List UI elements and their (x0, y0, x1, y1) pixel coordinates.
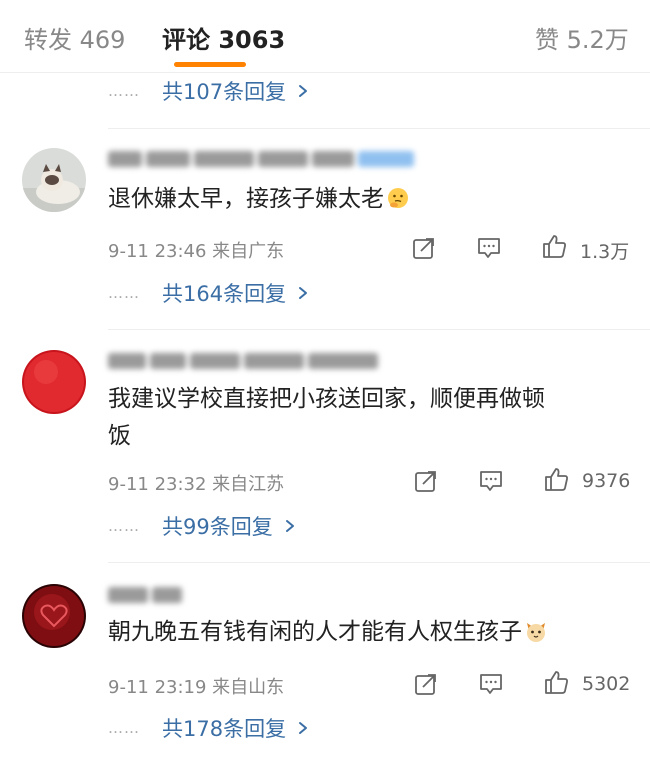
comment-meta: 9-11 23:32 来自江苏 (108, 474, 285, 495)
comment-tabs: 转发 469 评论 3063 赞 5.2万 (0, 0, 650, 72)
reply-dots: …… (108, 82, 140, 100)
divider (108, 329, 650, 330)
reply-count-label: 共164条回复 (162, 282, 287, 306)
chevron-right-icon (285, 520, 294, 532)
reply-dots: …… (108, 719, 140, 737)
chevron-right-icon (299, 287, 308, 299)
reply-count-label: 共178条回复 (162, 717, 287, 741)
tab-comment[interactable]: 评论 3063 (162, 20, 285, 55)
comment-text: 我建议学校直接把小孩送回家，顺便再做顿 饭 (108, 386, 545, 449)
comment-icon[interactable] (478, 671, 504, 697)
avatar[interactable] (22, 148, 86, 212)
heart-in-sand-icon (22, 584, 86, 648)
divider (108, 128, 650, 129)
repost-icon[interactable] (411, 235, 437, 261)
repost-icon[interactable] (413, 468, 439, 494)
like-count: 9376 (582, 470, 631, 492)
comment-text: 退休嫌太早，接孩子嫌太老 (108, 181, 628, 218)
comment-meta: 9-11 23:46 来自广东 (108, 241, 285, 262)
divider (0, 72, 650, 73)
chevron-right-icon (299, 85, 308, 97)
like-count: 1.3万 (580, 241, 630, 263)
chevron-right-icon (299, 722, 308, 734)
view-replies-link[interactable]: …… 共164条回复 (108, 276, 310, 310)
thinking-emoji-icon (388, 188, 408, 208)
red-ball-icon (22, 350, 86, 414)
username-blurred[interactable] (108, 582, 182, 608)
tab-repost[interactable]: 转发 469 (24, 20, 125, 55)
reply-count-label: 共99条回复 (162, 515, 273, 539)
view-replies-link[interactable]: …… 共178条回复 (108, 711, 310, 745)
thumbs-up-icon[interactable] (541, 233, 567, 259)
reply-dots: …… (108, 517, 140, 535)
username-blurred[interactable] (108, 348, 378, 374)
reply-dots: …… (108, 284, 140, 302)
cat-photo-icon (22, 148, 86, 212)
active-tab-indicator (174, 62, 246, 67)
thumbs-up-icon[interactable] (543, 669, 569, 695)
like-count: 5302 (582, 673, 631, 695)
tab-like[interactable]: 赞 5.2万 (535, 20, 629, 55)
repost-icon[interactable] (413, 671, 439, 697)
thumbs-up-icon[interactable] (543, 466, 569, 492)
comment-icon[interactable] (476, 235, 502, 261)
comment-text: 朝九晚五有钱有闲的人才能有人权生孩子 (108, 614, 628, 651)
comment-meta: 9-11 23:19 来自山东 (108, 677, 285, 698)
view-replies-link[interactable]: …… 共107条回复 (108, 74, 310, 108)
avatar[interactable] (22, 584, 86, 648)
view-replies-link[interactable]: …… 共99条回复 (108, 509, 297, 543)
cat-face-emoji-icon (527, 623, 545, 642)
reply-count-label: 共107条回复 (162, 80, 287, 104)
avatar[interactable] (22, 350, 86, 414)
comment-icon[interactable] (478, 468, 504, 494)
divider (108, 562, 650, 563)
username-blurred[interactable] (108, 146, 414, 172)
